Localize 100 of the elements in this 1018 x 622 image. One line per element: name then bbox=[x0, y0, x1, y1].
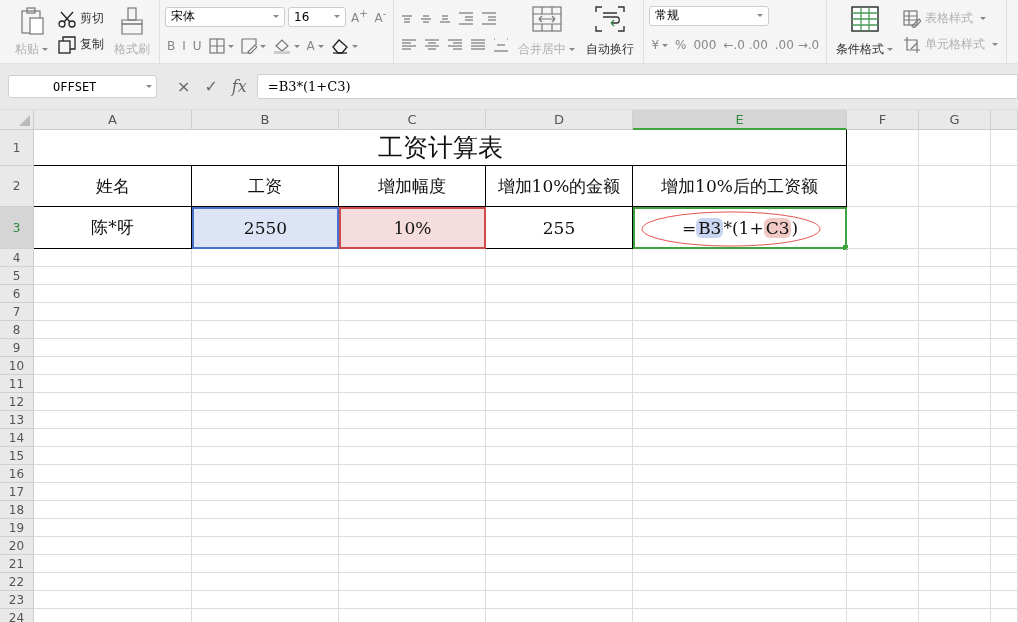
column-header[interactable]: B bbox=[192, 110, 339, 130]
dropdown-field[interactable]: 宋体 bbox=[165, 6, 285, 27]
table-cell bbox=[991, 519, 1018, 537]
table-cell: 增加10%后的工资额 bbox=[633, 166, 847, 207]
column-header[interactable]: C bbox=[339, 110, 486, 130]
table-cell bbox=[847, 303, 919, 321]
caret-icon bbox=[662, 43, 669, 47]
fill-handle[interactable] bbox=[843, 245, 848, 250]
row-header[interactable]: 15 bbox=[0, 447, 34, 465]
cell-reference: B3 bbox=[696, 218, 724, 238]
table-cell bbox=[919, 465, 991, 483]
ribbon-button[interactable]: 复制 bbox=[55, 32, 107, 57]
toolbar-button[interactable]: A bbox=[304, 34, 326, 59]
table-cell bbox=[847, 501, 919, 519]
caret-icon bbox=[259, 44, 266, 48]
caret-icon bbox=[273, 15, 279, 19]
distributed-icon bbox=[493, 37, 510, 52]
formula-field[interactable]: =B3*(1+C3) bbox=[256, 74, 1018, 99]
row-header[interactable]: 23 bbox=[0, 591, 34, 609]
table-cell bbox=[991, 501, 1018, 519]
toolbar-button[interactable]: A$^{+}$ bbox=[349, 4, 370, 29]
table-cell bbox=[847, 483, 919, 501]
row-header[interactable]: 10 bbox=[0, 357, 34, 375]
row-header[interactable]: 20 bbox=[0, 537, 34, 555]
ribbon-button[interactable]: 剪切 bbox=[55, 6, 107, 31]
table-cell bbox=[919, 357, 991, 375]
table-cell bbox=[847, 375, 919, 393]
table-cell bbox=[919, 130, 991, 166]
toolbar-button[interactable]: .00 →.0 bbox=[772, 33, 822, 58]
table-cell bbox=[847, 573, 919, 591]
table-cell bbox=[991, 357, 1018, 375]
row-header[interactable]: 9 bbox=[0, 339, 34, 357]
toolbar-button[interactable]: % bbox=[673, 33, 689, 58]
caret-icon bbox=[42, 47, 48, 51]
row-header[interactable]: 16 bbox=[0, 465, 34, 483]
decrease-indent-icon bbox=[458, 12, 475, 25]
insert-function-button[interactable]: fx bbox=[231, 77, 247, 96]
row-header[interactable]: 4 bbox=[0, 249, 34, 267]
row-header[interactable]: 2 bbox=[0, 166, 34, 207]
align-left-icon bbox=[401, 39, 418, 50]
caret-icon bbox=[757, 14, 764, 18]
confirm-button[interactable]: ✓ bbox=[204, 77, 218, 96]
caret-icon bbox=[351, 44, 358, 48]
table-cell bbox=[919, 166, 991, 207]
toolbar-button[interactable]: A$^{-}$ bbox=[372, 4, 389, 29]
cell-style-icon bbox=[903, 35, 922, 54]
ribbon-button[interactable]: 自动换行 bbox=[582, 3, 639, 60]
column-header[interactable]: F bbox=[847, 110, 919, 130]
row-header[interactable]: 18 bbox=[0, 501, 34, 519]
row-header[interactable]: 12 bbox=[0, 393, 34, 411]
row-header[interactable]: 17 bbox=[0, 483, 34, 501]
row-header[interactable]: 7 bbox=[0, 303, 34, 321]
table-cell bbox=[919, 411, 991, 429]
row-header[interactable]: 5 bbox=[0, 267, 34, 285]
dropdown-field[interactable]: 16 bbox=[288, 6, 346, 27]
scissors-icon bbox=[58, 9, 76, 28]
formula-text: =B3*(1+C3) bbox=[681, 218, 799, 238]
table-cell bbox=[991, 130, 1018, 166]
cancel-button[interactable]: × bbox=[177, 77, 191, 96]
name-box[interactable]: OFFSET bbox=[8, 75, 157, 98]
table-cell: 255 bbox=[486, 207, 633, 249]
table-cell: 工资 bbox=[192, 166, 339, 207]
column-header[interactable]: G bbox=[919, 110, 991, 130]
table-cell bbox=[991, 321, 1018, 339]
table-cell bbox=[847, 465, 919, 483]
row-header[interactable]: 22 bbox=[0, 573, 34, 591]
caret-icon bbox=[293, 44, 300, 48]
table-cell bbox=[847, 429, 919, 447]
row-header[interactable]: 21 bbox=[0, 555, 34, 573]
toolbar-button[interactable]: B bbox=[165, 34, 178, 59]
column-header[interactable]: D bbox=[486, 110, 633, 130]
clipboard-icon bbox=[18, 5, 45, 36]
toolbar-button[interactable]: ¥ bbox=[649, 33, 671, 58]
table-cell bbox=[991, 207, 1018, 249]
row-header[interactable]: 13 bbox=[0, 411, 34, 429]
row-header[interactable]: 6 bbox=[0, 285, 34, 303]
toolbar-button[interactable]: ←.0 .00 bbox=[721, 33, 770, 58]
column-header[interactable]: A bbox=[34, 110, 192, 130]
table-cell: 姓名 bbox=[34, 166, 192, 207]
row-header[interactable]: 8 bbox=[0, 321, 34, 339]
table-cell bbox=[847, 267, 919, 285]
ribbon-button[interactable]: 条件格式 bbox=[832, 3, 898, 60]
table-cell bbox=[919, 519, 991, 537]
row-header[interactable]: 14 bbox=[0, 429, 34, 447]
table-cell bbox=[847, 357, 919, 375]
row-header[interactable]: 24 bbox=[0, 609, 34, 622]
table-cell: 10% bbox=[339, 207, 486, 249]
toolbar-button[interactable]: U bbox=[190, 34, 204, 59]
dropdown-field[interactable]: 常规 bbox=[649, 5, 770, 26]
increase-indent-icon bbox=[481, 12, 498, 25]
column-header[interactable] bbox=[991, 110, 1018, 130]
row-header[interactable]: 1 bbox=[0, 130, 34, 166]
align-top-icon bbox=[401, 14, 414, 23]
toolbar-button[interactable]: 000 bbox=[691, 33, 719, 58]
toolbar-button[interactable]: I bbox=[180, 34, 188, 59]
caret-icon bbox=[569, 47, 576, 51]
row-header[interactable]: 11 bbox=[0, 375, 34, 393]
row-header[interactable]: 19 bbox=[0, 519, 34, 537]
table-cell bbox=[847, 249, 919, 267]
caret-icon bbox=[887, 47, 894, 51]
